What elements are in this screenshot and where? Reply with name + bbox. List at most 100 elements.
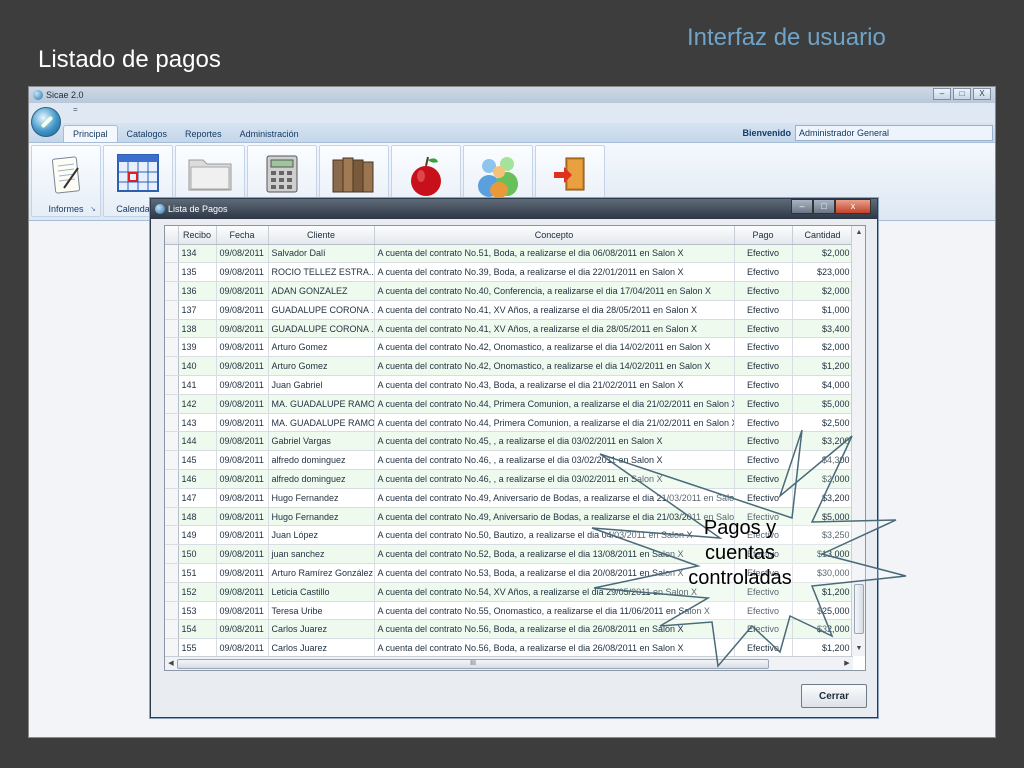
table-row[interactable]: 147 09/08/2011 Hugo Fernandez A cuenta del …	[165, 488, 853, 508]
cell-pago: Efectivo	[734, 638, 793, 656]
cell-fecha: 09/08/2011	[216, 601, 269, 621]
row-header[interactable]	[165, 244, 179, 264]
row-header[interactable]	[165, 488, 179, 508]
ribbon-informes-button[interactable]: Informes ↘	[31, 145, 101, 217]
column-header-fecha[interactable]: Fecha	[216, 226, 269, 245]
row-header[interactable]	[165, 563, 179, 583]
table-row[interactable]: 145 09/08/2011 alfredo dominguez A cuenta d…	[165, 450, 853, 471]
scroll-up-icon[interactable]: ▲	[852, 226, 865, 240]
close-button[interactable]: X	[973, 88, 991, 100]
table-row[interactable]: 138 09/08/2011 GUADALUPE CORONA ... A cuent…	[165, 319, 853, 339]
row-header[interactable]	[165, 507, 179, 527]
row-header[interactable]	[165, 450, 179, 471]
tab-catalogos[interactable]: Catalogos	[118, 126, 177, 142]
app-icon	[33, 90, 43, 100]
row-header[interactable]	[165, 544, 179, 565]
app-menu-orb-icon[interactable]	[31, 107, 61, 137]
cell-cantidad: $3,400	[792, 319, 853, 339]
table-row[interactable]: 141 09/08/2011 Juan Gabriel A cuenta del co…	[165, 375, 853, 395]
row-header[interactable]	[165, 619, 179, 640]
row-header[interactable]	[165, 431, 179, 452]
row-header[interactable]	[165, 582, 179, 602]
row-header[interactable]	[165, 469, 179, 489]
cell-concepto: A cuenta del contrato No.56, Boda, a rea…	[374, 638, 735, 656]
cerrar-button[interactable]: Cerrar	[801, 684, 867, 708]
dialog-window-controls: – □ x	[791, 199, 871, 214]
row-header[interactable]	[165, 319, 179, 339]
cell-pago: Efectivo	[734, 337, 793, 358]
table-row[interactable]: 153 09/08/2011 Teresa Uribe A cuenta del co…	[165, 601, 853, 621]
cell-recibo: 136	[178, 281, 217, 301]
table-row[interactable]: 134 09/08/2011 Salvador Dalí A cuenta del c…	[165, 244, 853, 264]
cell-cantidad: $1,200	[792, 356, 853, 377]
table-row[interactable]: 136 09/08/2011 ADAN GONZALEZ A cuenta del c…	[165, 281, 853, 301]
welcome-label: Bienvenido	[742, 128, 791, 138]
row-header[interactable]	[165, 337, 179, 358]
column-header-recibo[interactable]: Recibo	[178, 226, 217, 245]
table-row[interactable]: 154 09/08/2011 Carlos Juarez A cuenta del c…	[165, 619, 853, 640]
cell-pago: Efectivo	[734, 281, 793, 301]
dialog-maximize-button[interactable]: □	[813, 199, 835, 214]
cell-cantidad: $13,000	[792, 544, 853, 565]
row-header[interactable]	[165, 525, 179, 546]
quick-access-dropdown-icon[interactable]: =	[73, 105, 78, 114]
cell-cliente: Salvador Dalí	[268, 244, 375, 264]
cell-cliente: ROCIO TELLEZ ESTRA...	[268, 262, 375, 283]
cell-fecha: 09/08/2011	[216, 563, 269, 583]
table-row[interactable]: 146 09/08/2011 alfredo dominguez A cuenta d…	[165, 469, 853, 489]
scroll-down-icon[interactable]: ▼	[852, 642, 865, 656]
app-titlebar: Sicae 2.0 – □ X	[29, 87, 995, 103]
minimize-button[interactable]: –	[933, 88, 951, 100]
horizontal-scrollbar[interactable]: ◀ III ▶	[165, 656, 853, 670]
vertical-scrollbar[interactable]: ▲ ▼	[851, 226, 865, 656]
cell-recibo: 135	[178, 262, 217, 283]
vertical-scroll-thumb[interactable]	[854, 584, 864, 634]
table-row[interactable]: 135 09/08/2011 ROCIO TELLEZ ESTRA... A cuen…	[165, 262, 853, 283]
row-header[interactable]	[165, 281, 179, 301]
column-header-concepto[interactable]: Concepto	[374, 226, 735, 245]
cell-pago: Efectivo	[734, 394, 793, 414]
dialog-minimize-button[interactable]: –	[791, 199, 813, 214]
table-row[interactable]: 140 09/08/2011 Arturo Gomez A cuenta del co…	[165, 356, 853, 377]
maximize-button[interactable]: □	[953, 88, 971, 100]
scroll-right-icon[interactable]: ▶	[841, 657, 853, 670]
table-row[interactable]: 142 09/08/2011 MA. GUADALUPE RAMO... A cuen…	[165, 394, 853, 414]
table-row[interactable]: 144 09/08/2011 Gabriel Vargas A cuenta del …	[165, 431, 853, 452]
table-row[interactable]: 137 09/08/2011 GUADALUPE CORONA ... A cuent…	[165, 300, 853, 320]
table-row[interactable]: 139 09/08/2011 Arturo Gomez A cuenta del co…	[165, 337, 853, 358]
tab-reportes[interactable]: Reportes	[176, 126, 231, 142]
calculator-icon	[266, 155, 298, 193]
cell-concepto: A cuenta del contrato No.39, Boda, a rea…	[374, 262, 735, 283]
tab-administracion[interactable]: Administración	[231, 126, 308, 142]
row-header[interactable]	[165, 262, 179, 283]
cell-fecha: 09/08/2011	[216, 507, 269, 527]
row-header[interactable]	[165, 375, 179, 395]
row-header[interactable]	[165, 356, 179, 377]
column-header-cliente[interactable]: Cliente	[268, 226, 375, 245]
table-row[interactable]: 155 09/08/2011 Carlos Juarez A cuenta del c…	[165, 638, 853, 656]
column-header-cantidad[interactable]: Cantidad	[792, 226, 853, 245]
cell-concepto: A cuenta del contrato No.41, XV Años, a …	[374, 300, 735, 320]
cell-cliente: MA. GUADALUPE RAMO...	[268, 394, 375, 414]
dialog-close-button[interactable]: x	[835, 199, 871, 214]
tab-principal[interactable]: Principal	[63, 125, 118, 142]
cell-concepto: A cuenta del contrato No.43, Boda, a rea…	[374, 375, 735, 395]
table-row[interactable]: 143 09/08/2011 MA. GUADALUPE RAMO... A cuen…	[165, 413, 853, 433]
cell-concepto: A cuenta del contrato No.44, Primera Com…	[374, 394, 735, 414]
payments-grid[interactable]: Recibo Fecha Cliente Concepto Pago Canti…	[164, 225, 866, 671]
cell-recibo: 137	[178, 300, 217, 320]
row-header[interactable]	[165, 413, 179, 433]
horizontal-scroll-thumb[interactable]: III	[177, 659, 769, 669]
row-header[interactable]	[165, 601, 179, 621]
cell-concepto: A cuenta del contrato No.55, Onomastico,…	[374, 601, 735, 621]
scroll-left-icon[interactable]: ◀	[165, 657, 177, 670]
cell-concepto: A cuenta del contrato No.46, , a realiza…	[374, 469, 735, 489]
folder-icon	[188, 159, 232, 191]
cell-recibo: 138	[178, 319, 217, 339]
column-header-pago[interactable]: Pago	[734, 226, 793, 245]
row-header[interactable]	[165, 394, 179, 414]
row-header[interactable]	[165, 300, 179, 320]
row-header[interactable]	[165, 638, 179, 656]
cell-recibo: 152	[178, 582, 217, 602]
dialog-launcher-icon[interactable]: ↘	[90, 205, 96, 213]
